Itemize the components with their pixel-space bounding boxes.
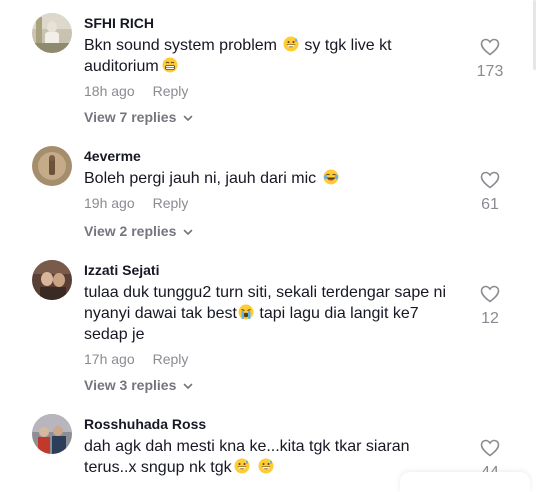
comment-text: Bkn sound system problem sy tgk live kt …	[84, 35, 464, 77]
comment-username[interactable]: 4everme	[84, 148, 141, 164]
comment-username[interactable]: Rosshuhada Ross	[84, 416, 206, 432]
comment-text: Boleh pergi jauh ni, jauh dari mic	[84, 168, 464, 189]
comment-username[interactable]: SFHI RICH	[84, 15, 154, 31]
reply-button[interactable]: Reply	[153, 83, 189, 99]
tears-of-joy-emoji	[323, 169, 339, 185]
scrollbar[interactable]	[533, 0, 536, 70]
chevron-down-icon	[184, 115, 193, 122]
like-button[interactable]: 12	[470, 285, 510, 328]
reply-button[interactable]: Reply	[153, 195, 189, 211]
heart-outline-icon	[480, 439, 500, 457]
view-replies-button[interactable]: View 2 replies	[84, 223, 194, 239]
comment-meta: 17h ago Reply	[84, 351, 188, 367]
view-replies-label: View 7 replies	[84, 109, 177, 125]
grinning-sweat-emoji	[258, 458, 274, 474]
like-count: 61	[481, 196, 499, 213]
like-count: 173	[476, 63, 504, 80]
heart-outline-icon	[480, 285, 500, 303]
chevron-down-icon	[184, 229, 193, 236]
loudly-crying-emoji	[238, 304, 254, 320]
avatar[interactable]	[32, 13, 72, 53]
comment-text-part: Bkn sound system problem	[84, 37, 277, 54]
heart-outline-icon	[480, 38, 500, 56]
comment-time: 17h ago	[84, 351, 135, 367]
comment-time: 18h ago	[84, 83, 135, 99]
comment-text: tulaa duk tunggu2 turn siti, sekali terd…	[84, 282, 464, 345]
comment-time: 19h ago	[84, 195, 135, 211]
view-replies-label: View 2 replies	[84, 223, 177, 239]
view-replies-button[interactable]: View 3 replies	[84, 377, 194, 393]
comment-username[interactable]: Izzati Sejati	[84, 262, 159, 278]
avatar[interactable]	[32, 414, 72, 454]
chevron-down-icon	[184, 383, 193, 390]
like-button[interactable]: 61	[470, 171, 510, 214]
grinning-sweat-emoji	[283, 36, 299, 52]
avatar[interactable]	[32, 260, 72, 300]
like-button[interactable]: 173	[470, 38, 510, 81]
like-count: 12	[481, 310, 499, 327]
comment-text-part	[251, 459, 255, 476]
reply-button[interactable]: Reply	[153, 351, 189, 367]
view-replies-button[interactable]: View 7 replies	[84, 109, 194, 125]
avatar[interactable]	[32, 146, 72, 186]
grimacing-emoji	[162, 57, 178, 73]
comment-meta: 18h ago Reply	[84, 83, 188, 99]
comment-text-part: Boleh pergi jauh ni, jauh dari mic	[84, 170, 321, 187]
heart-outline-icon	[480, 171, 500, 189]
comment-input-bar-edge[interactable]	[400, 472, 530, 492]
grinning-sweat-emoji	[234, 458, 250, 474]
comment-meta: 19h ago Reply	[84, 195, 188, 211]
view-replies-label: View 3 replies	[84, 377, 177, 393]
